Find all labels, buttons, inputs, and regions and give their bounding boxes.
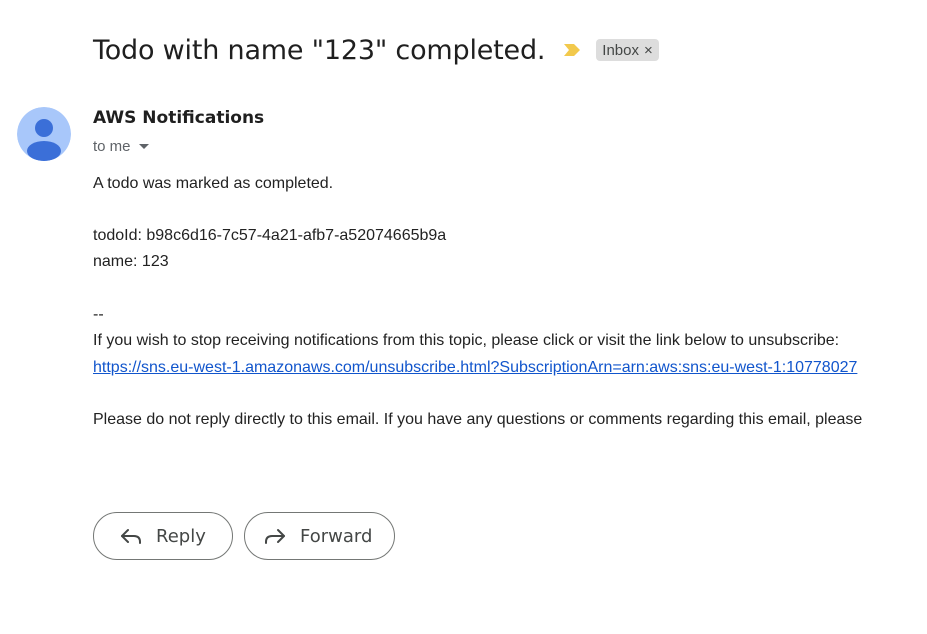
label-chip-text: Inbox <box>602 41 639 59</box>
email-view: Todo with name "123" completed. Inbox × … <box>0 0 927 634</box>
body-line-name: name: 123 <box>93 253 169 270</box>
reply-label: Reply <box>156 525 206 547</box>
unsubscribe-text: If you wish to stop receiving notificati… <box>93 332 840 349</box>
label-chip-inbox[interactable]: Inbox × <box>596 39 659 61</box>
footer-text: Please do not reply directly to this ema… <box>93 411 863 428</box>
default-avatar-icon <box>17 107 71 161</box>
unsubscribe-link[interactable]: https://sns.eu-west-1.amazonaws.com/unsu… <box>93 359 857 377</box>
body-separator: -- <box>93 306 104 323</box>
forward-label: Forward <box>300 525 373 547</box>
forward-button[interactable]: Forward <box>244 512 395 560</box>
remove-label-icon[interactable]: × <box>644 42 653 59</box>
reply-arrow-icon <box>120 525 142 547</box>
reply-button[interactable]: Reply <box>93 512 233 560</box>
email-subject: Todo with name "123" completed. <box>93 34 546 66</box>
body-line-todo-id: todoId: b98c6d16-7c57-4a21-afb7-a5207466… <box>93 227 447 244</box>
importance-marker-icon[interactable] <box>562 40 582 60</box>
subject-row: Todo with name "123" completed. Inbox × <box>93 30 659 70</box>
chevron-down-icon[interactable] <box>138 144 149 149</box>
forward-arrow-icon <box>264 525 286 547</box>
recipient-text: to me <box>93 138 131 155</box>
sender-avatar[interactable] <box>17 107 71 161</box>
sender-name[interactable]: AWS Notifications <box>93 108 264 128</box>
body-line-1: A todo was marked as completed. <box>93 175 334 192</box>
recipient-details[interactable]: to me <box>93 138 149 155</box>
